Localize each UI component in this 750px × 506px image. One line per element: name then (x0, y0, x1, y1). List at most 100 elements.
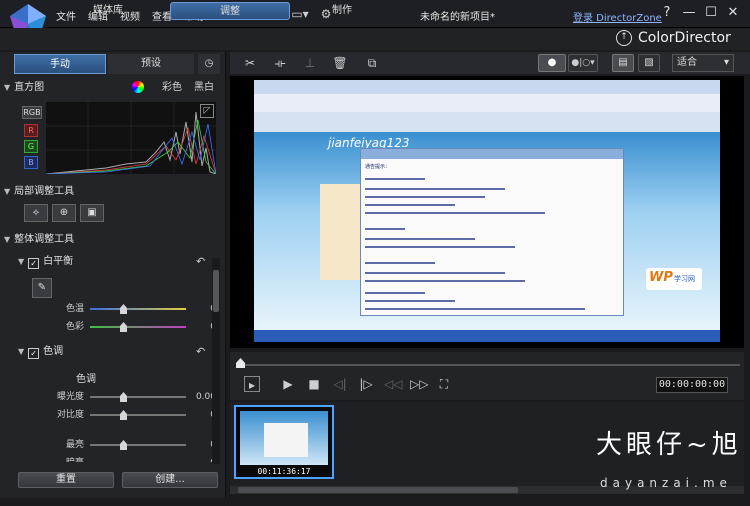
contrast-knob[interactable] (120, 410, 127, 420)
next-frame-icon[interactable]: |▷ (358, 376, 374, 392)
preview-browser-titlebar (254, 80, 720, 94)
chevron-down-icon: ▾ (723, 57, 729, 68)
clip-thumbnail-window (264, 423, 308, 457)
project-title: 未命名的新项目* (420, 12, 495, 23)
highlight-track[interactable] (90, 444, 186, 446)
color-wheel-icon[interactable] (132, 81, 144, 93)
tab-media-library[interactable]: 媒体库 (48, 2, 168, 20)
tab-produce[interactable]: 制作 (282, 2, 402, 20)
histogram-bw-option[interactable]: 黑白 (194, 80, 214, 96)
reset-button[interactable]: 重置 (18, 472, 114, 488)
scrubber-track[interactable] (240, 364, 740, 366)
fit-select[interactable]: 适合 ▾ (672, 54, 734, 72)
timecode-display: 00:00:00:00 (656, 377, 728, 393)
tab-preset[interactable]: 预设 (108, 54, 194, 74)
tint-label: 色彩 (65, 322, 84, 332)
local-tools-header[interactable]: ▼ 局部调整工具 (4, 184, 222, 200)
temp-knob[interactable] (120, 304, 127, 314)
histogram-color-option[interactable]: 彩色 (162, 80, 182, 96)
preview-notepad-heading: 通告提示： (365, 164, 391, 170)
exposure-slider[interactable]: 曝光度 0.00 (26, 390, 216, 404)
create-button[interactable]: 创建... (122, 472, 218, 488)
contrast-label: 对比度 (56, 410, 84, 420)
exposure-knob[interactable] (120, 392, 127, 402)
tint-track[interactable] (90, 326, 186, 328)
tab-manual[interactable]: 手动 (14, 54, 106, 74)
login-link[interactable]: 登录 DirectorZone (573, 9, 662, 24)
close-button[interactable]: ✕ (724, 4, 742, 22)
stop-icon[interactable]: ■ (306, 376, 322, 392)
tone-header[interactable]: ▼ ✓ 色调 (18, 344, 208, 360)
prev-frame-icon[interactable]: ◁| (332, 376, 348, 392)
preview-notepad-titlebar (361, 149, 623, 159)
history-clock-icon[interactable]: ◷ (198, 54, 220, 74)
white-balance-reset-icon[interactable]: ↶ (196, 255, 205, 268)
crop-icon[interactable]: ✂ (242, 55, 258, 71)
brand-name: ColorDirector (638, 30, 731, 46)
watermark-title: 大眼仔~旭 (596, 430, 742, 460)
shadow-slider[interactable]: 暗亮 0 (26, 456, 216, 462)
play-icon[interactable]: ▶ (280, 376, 296, 392)
preview-notepad-lines (365, 178, 585, 310)
highlight-value: 0 (176, 438, 216, 452)
contrast-value: 0 (176, 408, 216, 422)
channel-rgb[interactable]: RGB (22, 106, 42, 119)
image-compare-icon[interactable]: ▧ (638, 54, 660, 72)
highlight-slider[interactable]: 最亮 0 (26, 438, 216, 452)
tint-value: 0 (176, 320, 216, 334)
maximize-button[interactable]: ☐ (702, 4, 720, 22)
image-view-icon[interactable]: ▤ (612, 54, 634, 72)
highlight-label: 最亮 (65, 440, 84, 450)
preview-browser-toolbar (254, 94, 720, 112)
help-button[interactable]: ? (658, 4, 676, 22)
shadow-slider-clip: 暗亮 0 (26, 456, 216, 462)
temp-value: 0 (176, 302, 216, 316)
exposure-value: 0.00 (195, 392, 216, 402)
tab-adjust[interactable]: 调整 (170, 2, 290, 20)
shadow-label: 暗亮 (26, 456, 84, 462)
upload-arrow-icon[interactable]: ↑ (616, 30, 632, 46)
clip-scroll-thumb[interactable] (238, 487, 518, 493)
global-tools-header[interactable]: ▼ 整体调整工具 (4, 232, 222, 248)
exposure-track[interactable] (90, 396, 186, 398)
single-view-icon[interactable]: ● (538, 54, 566, 72)
temp-slider[interactable]: 色温 0 (26, 302, 216, 316)
preview-wp-logo: WP 学习网 (646, 268, 702, 290)
tint-slider[interactable]: 色彩 0 (26, 320, 216, 334)
preview-frame: jianfeiyag123 通告提示： WP 学习网 (254, 80, 720, 342)
tint-knob[interactable] (120, 322, 127, 332)
preview-browser-tabs (254, 112, 720, 132)
exposure-label: 曝光度 (56, 392, 84, 402)
temp-track[interactable] (90, 308, 186, 310)
histogram-options-icon[interactable]: ◸ (200, 104, 214, 118)
radial-filter-icon[interactable]: ⊕ (52, 204, 76, 222)
tone-subtitle: 色调 (76, 374, 96, 385)
fast-forward-icon[interactable]: ▷▷ (410, 376, 428, 392)
compare-icon[interactable]: ⧉ (364, 55, 380, 71)
split-view-icon[interactable]: ●|○▾ (568, 54, 598, 72)
contrast-slider[interactable]: 对比度 0 (26, 408, 216, 422)
eyedropper-icon[interactable]: ✎ (32, 278, 52, 298)
channel-b[interactable]: B (24, 156, 38, 169)
fullscreen-icon[interactable]: ⛶ (436, 376, 452, 392)
contrast-track[interactable] (90, 414, 186, 416)
left-panel-scroll-thumb[interactable] (213, 270, 219, 312)
straighten-icon[interactable]: ⟛ (272, 55, 288, 71)
preview-notepad-window: 通告提示： (360, 148, 624, 316)
temp-label: 色温 (65, 304, 84, 314)
white-balance-header[interactable]: ▼ ✓ 白平衡 (18, 254, 208, 270)
spot-removal-icon[interactable]: ⊥ (302, 55, 318, 71)
brush-tool-icon[interactable]: ⟡ (24, 204, 48, 222)
tone-reset-icon[interactable]: ↶ (196, 345, 205, 358)
rewind-icon[interactable]: ◁◁ (384, 376, 402, 392)
clip-thumbnail[interactable]: 00:11:36:17 (234, 405, 334, 479)
delete-icon[interactable]: 🗑 (332, 55, 348, 71)
gradient-filter-icon[interactable]: ▣ (80, 204, 104, 222)
highlight-knob[interactable] (120, 440, 127, 450)
watermark-url: dayanzai.me (600, 476, 732, 490)
histogram-header[interactable]: ▼ 直方图 (4, 80, 222, 96)
channel-r[interactable]: R (24, 124, 38, 137)
channel-g[interactable]: G (24, 140, 38, 153)
preview-mode-icon[interactable]: ▸ (244, 376, 260, 392)
minimize-button[interactable]: — (680, 4, 698, 22)
